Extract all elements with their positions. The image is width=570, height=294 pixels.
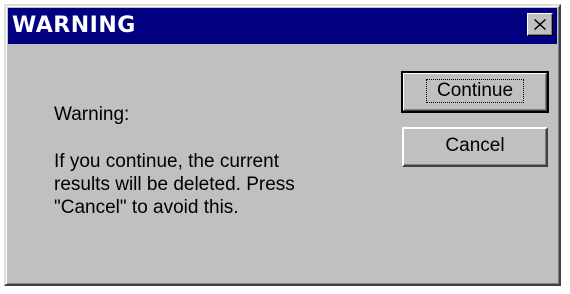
warning-heading: Warning: [54,104,130,125]
cancel-button-label: Cancel [445,135,505,156]
close-button[interactable] [527,13,553,36]
title-bar[interactable]: WARNING [8,8,557,44]
close-icon [534,19,546,30]
warning-message: If you continue, the current results wil… [54,151,295,218]
cancel-button[interactable]: Cancel [402,127,548,167]
continue-button[interactable]: Continue [401,71,549,113]
dialog-body: Warning: If you continue, the current re… [8,46,557,282]
warning-dialog: WARNING Warning: If you continue, the cu… [4,4,561,286]
continue-button-label: Continue [425,79,525,103]
window-title: WARNING [12,13,136,38]
